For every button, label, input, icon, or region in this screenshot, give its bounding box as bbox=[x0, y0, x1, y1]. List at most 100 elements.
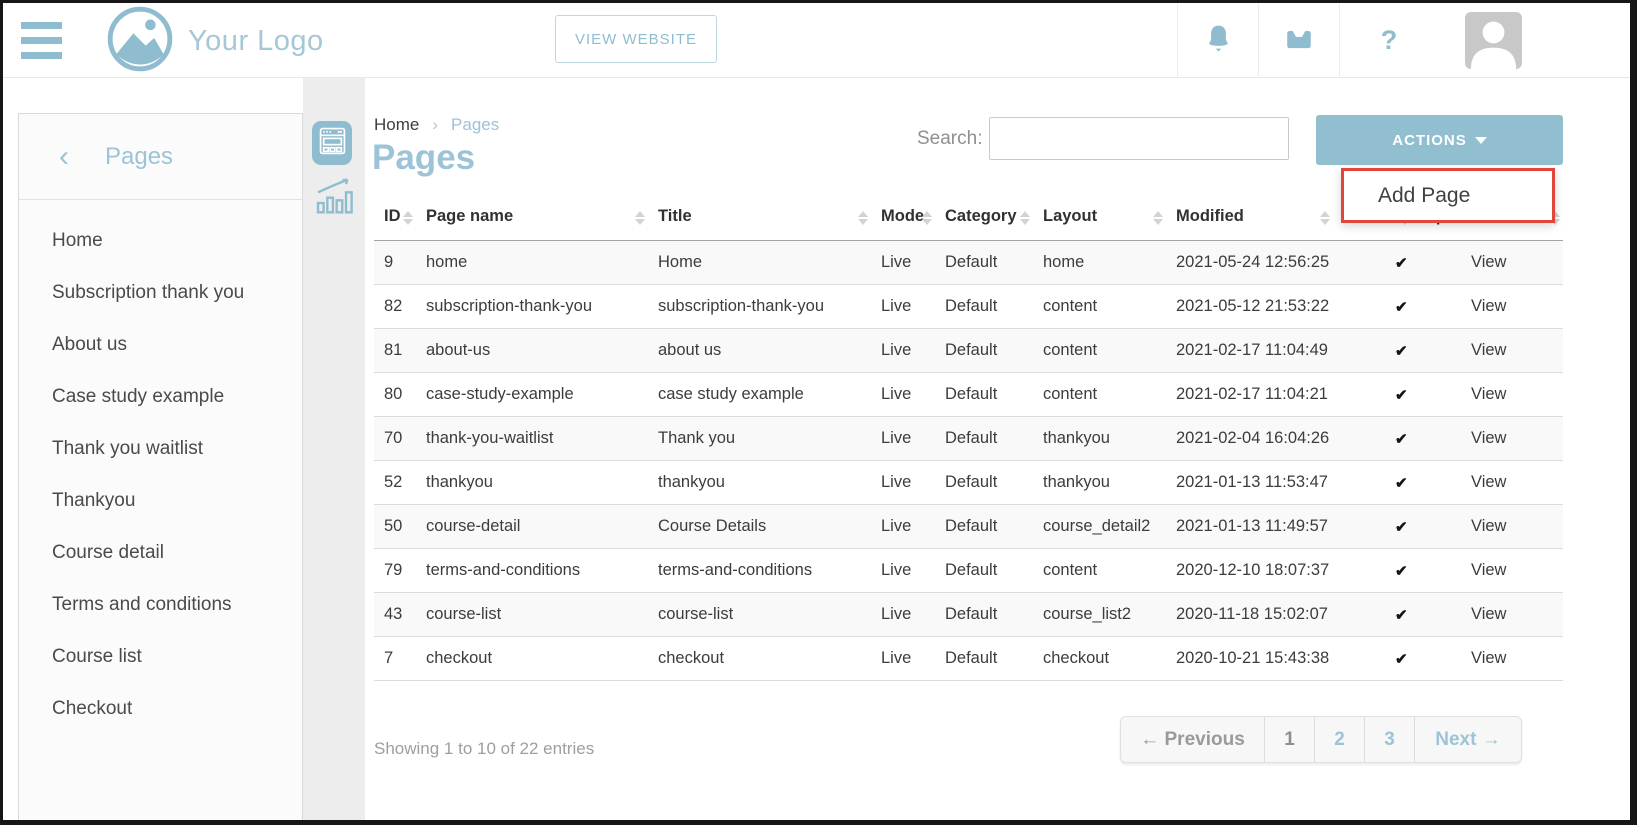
column-header-page-name[interactable]: Page name bbox=[416, 195, 648, 241]
column-header-mode[interactable]: Mode bbox=[871, 195, 935, 241]
cell-page-name: checkout bbox=[416, 637, 648, 681]
cell-page-name: about-us bbox=[416, 329, 648, 373]
pages-table: IDPage nameTitleModeCategoryLayoutModifi… bbox=[374, 195, 1563, 681]
view-link[interactable]: View bbox=[1471, 605, 1506, 623]
cell-mode: Live bbox=[871, 549, 935, 593]
publish-check-icon: ✔ bbox=[1395, 475, 1408, 492]
cell-id: 70 bbox=[374, 417, 416, 461]
cell-publish: ✔ bbox=[1333, 241, 1413, 285]
view-link[interactable]: View bbox=[1471, 253, 1506, 271]
page-button-1[interactable]: 1 bbox=[1264, 717, 1314, 762]
cell-id: 82 bbox=[374, 285, 416, 329]
cell-options: View bbox=[1413, 637, 1563, 681]
view-link[interactable]: View bbox=[1471, 429, 1506, 447]
sidebar-title: Pages bbox=[105, 143, 173, 171]
cell-mode: Live bbox=[871, 593, 935, 637]
add-page-menu-item[interactable]: Add Page bbox=[1378, 184, 1470, 208]
cell-publish: ✔ bbox=[1333, 373, 1413, 417]
search-input[interactable] bbox=[989, 117, 1289, 160]
view-link[interactable]: View bbox=[1471, 473, 1506, 491]
sidebar-item-home[interactable]: Home bbox=[19, 215, 302, 267]
sidebar-item-course-list[interactable]: Course list bbox=[19, 631, 302, 683]
cell-id: 43 bbox=[374, 593, 416, 637]
previous-page-button[interactable]: ← Previous bbox=[1121, 717, 1264, 762]
publish-check-icon: ✔ bbox=[1395, 431, 1408, 448]
sort-arrows-icon bbox=[858, 211, 868, 225]
view-website-button[interactable]: VIEW WEBSITE bbox=[555, 15, 717, 63]
cell-options: View bbox=[1413, 329, 1563, 373]
user-avatar[interactable] bbox=[1438, 3, 1548, 78]
column-header-modified[interactable]: Modified bbox=[1166, 195, 1333, 241]
sidebar-item-thankyou[interactable]: Thankyou bbox=[19, 475, 302, 527]
logo-image-icon bbox=[106, 5, 174, 78]
cell-title: thankyou bbox=[648, 461, 871, 505]
view-link[interactable]: View bbox=[1471, 649, 1506, 667]
stats-chart-icon[interactable] bbox=[310, 172, 358, 218]
cell-mode: Live bbox=[871, 637, 935, 681]
cell-page-name: subscription-thank-you bbox=[416, 285, 648, 329]
page-button-2[interactable]: 2 bbox=[1314, 717, 1364, 762]
breadcrumb-home-link[interactable]: Home bbox=[374, 115, 419, 135]
cell-mode: Live bbox=[871, 285, 935, 329]
sidebar-item-terms-and-conditions[interactable]: Terms and conditions bbox=[19, 579, 302, 631]
logo-text: Your Logo bbox=[188, 25, 324, 58]
column-header-id[interactable]: ID bbox=[374, 195, 416, 241]
publish-check-icon: ✔ bbox=[1395, 651, 1408, 668]
inbox-tray-icon bbox=[1284, 25, 1314, 56]
publish-check-icon: ✔ bbox=[1395, 607, 1408, 624]
cell-title: case study example bbox=[648, 373, 871, 417]
cell-category: Default bbox=[935, 593, 1033, 637]
cell-category: Default bbox=[935, 241, 1033, 285]
next-page-button[interactable]: Next → bbox=[1414, 717, 1521, 762]
sidebar-item-course-detail[interactable]: Course detail bbox=[19, 527, 302, 579]
breadcrumb-current: Pages bbox=[451, 115, 499, 135]
cell-layout: content bbox=[1033, 373, 1166, 417]
cell-modified: 2021-01-13 11:53:47 bbox=[1166, 461, 1333, 505]
view-link[interactable]: View bbox=[1471, 517, 1506, 535]
cell-publish: ✔ bbox=[1333, 461, 1413, 505]
cell-category: Default bbox=[935, 417, 1033, 461]
cell-mode: Live bbox=[871, 505, 935, 549]
cell-category: Default bbox=[935, 329, 1033, 373]
logo[interactable]: Your Logo bbox=[106, 6, 324, 76]
chevron-left-icon[interactable]: ‹ bbox=[59, 142, 69, 172]
sidebar-item-subscription-thank-you[interactable]: Subscription thank you bbox=[19, 267, 302, 319]
cell-options: View bbox=[1413, 461, 1563, 505]
column-header-category[interactable]: Category bbox=[935, 195, 1033, 241]
cell-title: Course Details bbox=[648, 505, 871, 549]
cell-category: Default bbox=[935, 373, 1033, 417]
cell-id: 81 bbox=[374, 329, 416, 373]
page-button-3[interactable]: 3 bbox=[1364, 717, 1414, 762]
help-button[interactable]: ? bbox=[1339, 3, 1438, 78]
notifications-button[interactable] bbox=[1177, 3, 1258, 78]
view-link[interactable]: View bbox=[1471, 561, 1506, 579]
cell-page-name: course-detail bbox=[416, 505, 648, 549]
table-row: 50course-detailCourse DetailsLiveDefault… bbox=[374, 505, 1563, 549]
avatar-person-icon bbox=[1465, 12, 1522, 69]
pages-view-button[interactable] bbox=[312, 121, 352, 165]
entries-summary: Showing 1 to 10 of 22 entries bbox=[374, 739, 594, 759]
sidebar-item-thank-you-waitlist[interactable]: Thank you waitlist bbox=[19, 423, 302, 475]
hamburger-menu-icon[interactable] bbox=[21, 22, 62, 59]
sidebar-item-about-us[interactable]: About us bbox=[19, 319, 302, 371]
view-link[interactable]: View bbox=[1471, 297, 1506, 315]
table-row: 79terms-and-conditionsterms-and-conditio… bbox=[374, 549, 1563, 593]
cell-options: View bbox=[1413, 417, 1563, 461]
sidebar-item-case-study-example[interactable]: Case study example bbox=[19, 371, 302, 423]
search-label: Search: bbox=[917, 128, 982, 150]
sort-arrows-icon bbox=[1153, 211, 1163, 225]
publish-check-icon: ✔ bbox=[1395, 299, 1408, 316]
cell-modified: 2021-02-17 11:04:49 bbox=[1166, 329, 1333, 373]
sidebar-item-checkout[interactable]: Checkout bbox=[19, 683, 302, 735]
publish-check-icon: ✔ bbox=[1395, 563, 1408, 580]
cell-publish: ✔ bbox=[1333, 549, 1413, 593]
column-header-layout[interactable]: Layout bbox=[1033, 195, 1166, 241]
view-link[interactable]: View bbox=[1471, 341, 1506, 359]
view-link[interactable]: View bbox=[1471, 385, 1506, 403]
bell-icon bbox=[1205, 23, 1232, 58]
actions-button[interactable]: ACTIONS bbox=[1316, 115, 1563, 165]
cell-title: terms-and-conditions bbox=[648, 549, 871, 593]
column-header-title[interactable]: Title bbox=[648, 195, 871, 241]
inbox-button[interactable] bbox=[1258, 3, 1339, 78]
cell-options: View bbox=[1413, 241, 1563, 285]
